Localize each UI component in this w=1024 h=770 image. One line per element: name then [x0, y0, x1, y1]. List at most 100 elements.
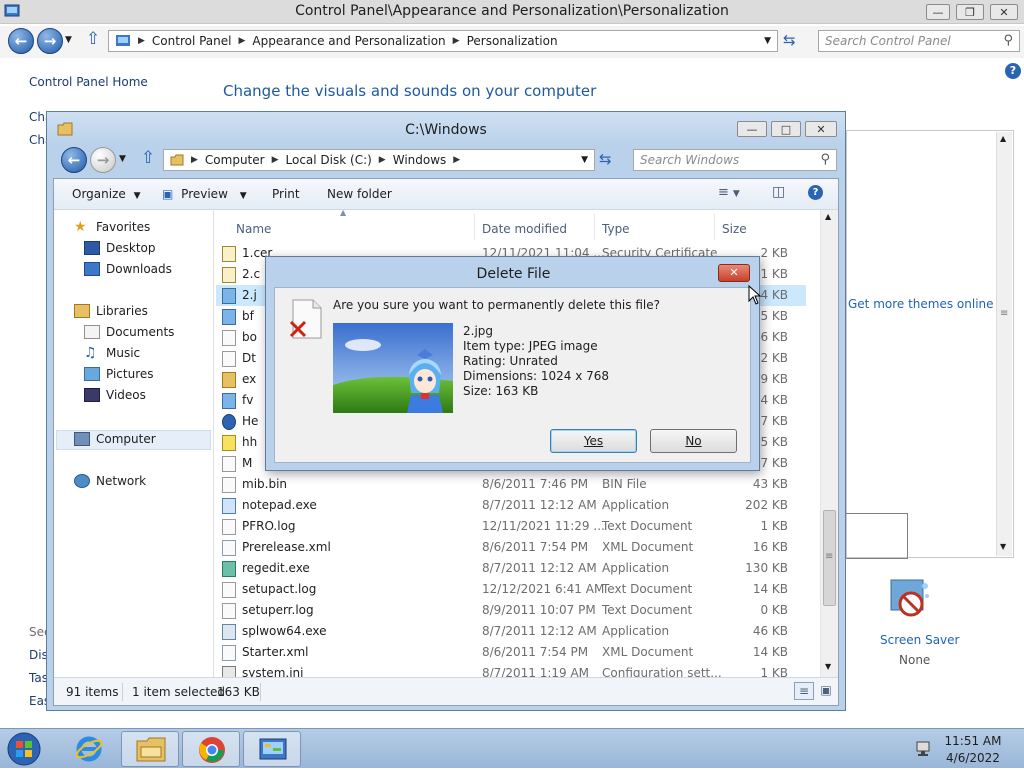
table-row[interactable]: setupact.log 12/12/2021 6:41 AM Text Docum… — [216, 579, 806, 600]
table-row[interactable]: notepad.exe 8/7/2011 12:12 AM Application 2… — [216, 495, 806, 516]
clock-date[interactable]: 4/6/2022 — [944, 751, 1002, 765]
view-options-icon[interactable]: ≡ ▼ — [718, 185, 740, 200]
explorer-help-icon[interactable]: ? — [808, 185, 823, 200]
taskbar-file-explorer[interactable] — [121, 731, 179, 767]
search-icon[interactable]: ⚲ — [1003, 33, 1013, 48]
explorer-up-arrow-icon[interactable]: ⇧ — [141, 148, 155, 168]
no-button[interactable]: No — [650, 429, 737, 453]
nav-computer[interactable]: Computer — [74, 432, 156, 446]
nav-pictures[interactable]: Pictures — [84, 367, 154, 381]
explorer-forward-button[interactable]: → — [90, 147, 116, 173]
cp-home-link[interactable]: Control Panel Home — [29, 75, 148, 89]
scroll-grip-icon[interactable]: ≡ — [1000, 308, 1008, 319]
taskbar-control-panel[interactable] — [243, 731, 301, 767]
crumb-computer[interactable]: Computer — [205, 153, 265, 167]
address-dropdown-icon[interactable]: ▼ — [764, 36, 771, 46]
file-name: 2.jpg — [463, 324, 494, 338]
help-icon[interactable]: ? — [1005, 63, 1021, 79]
yes-button[interactable]: Yes — [550, 429, 637, 453]
scroll-up-icon[interactable]: ▲ — [825, 212, 831, 221]
preview-button[interactable]: ▣ Preview ▼ — [162, 187, 247, 201]
column-header-date[interactable]: Date modified — [482, 222, 567, 236]
details-view-icon[interactable]: ≡ — [794, 682, 814, 700]
cp-crumb-appearance[interactable]: Appearance and Personalization — [252, 34, 445, 48]
large-icons-view-icon[interactable]: ▣ — [818, 682, 834, 700]
explorer-back-button[interactable]: ← — [61, 147, 87, 173]
up-arrow-icon[interactable]: ⇧ — [86, 29, 100, 49]
table-row[interactable]: Starter.xml 8/6/2011 7:54 PM XML Document 1… — [216, 642, 806, 663]
cp-crumb-control-panel[interactable]: Control Panel — [152, 34, 232, 48]
table-row[interactable]: setuperr.log 8/9/2011 10:07 PM Text Docume… — [216, 600, 806, 621]
column-divider[interactable] — [594, 214, 595, 240]
nav-documents[interactable]: Documents — [84, 325, 174, 339]
refresh-icon[interactable]: ⇆ — [783, 31, 796, 49]
explorer-maximize-button[interactable]: □ — [771, 121, 801, 137]
file-list-scrollbar[interactable]: ▲ ≡ ▼ — [820, 210, 838, 677]
nav-favorites[interactable]: ★ Favorites — [74, 220, 150, 234]
explorer-minimize-button[interactable]: — — [737, 121, 767, 137]
scroll-down-icon[interactable]: ▼ — [1000, 542, 1006, 551]
themes-scrollbar[interactable]: ▲ ≡ ▼ — [996, 132, 1012, 556]
scroll-thumb[interactable]: ≡ — [823, 510, 836, 606]
crumb-windows[interactable]: Windows — [393, 153, 447, 167]
dialog-title: Delete File — [476, 266, 551, 282]
nav-videos[interactable]: Videos — [84, 388, 146, 402]
get-more-themes-link[interactable]: Get more themes online — [848, 297, 994, 311]
explorer-refresh-icon[interactable]: ⇆ — [599, 150, 612, 168]
column-divider[interactable] — [714, 214, 715, 240]
crumb-local-disk[interactable]: Local Disk (C:) — [286, 153, 372, 167]
nav-libraries[interactable]: Libraries — [74, 304, 148, 318]
settings-file-icon — [222, 666, 236, 677]
table-row[interactable]: mib.bin 8/6/2011 7:46 PM BIN File 43 KB — [216, 474, 806, 495]
cp-minimize-button[interactable]: — — [926, 4, 950, 20]
scroll-down-icon[interactable]: ▼ — [825, 662, 831, 671]
explorer-address-dropdown-icon[interactable]: ▼ — [581, 155, 588, 165]
explorer-close-button[interactable]: ✕ — [805, 121, 837, 137]
organize-button[interactable]: Organize ▼ — [72, 187, 141, 201]
nav-desktop[interactable]: Desktop — [84, 241, 156, 255]
cp-left-link-display[interactable]: Dis — [29, 648, 48, 662]
file-size-cell: 14 KB — [752, 645, 788, 659]
cp-restore-button[interactable]: ❐ — [956, 4, 984, 20]
explorer-recent-chevron-icon[interactable]: ▼ — [119, 154, 126, 164]
taskbar-chrome[interactable] — [182, 731, 240, 767]
nav-music[interactable]: ♫ Music — [84, 346, 140, 360]
cp-search-input[interactable]: Search Control Panel ⚲ — [818, 30, 1020, 52]
forward-button[interactable]: → — [37, 28, 63, 54]
screen-saver-icon[interactable] — [887, 578, 931, 622]
nav-network[interactable]: Network — [74, 474, 146, 488]
nav-pictures-label: Pictures — [106, 367, 154, 381]
table-row[interactable]: splwow64.exe 8/7/2011 12:12 AM Application… — [216, 621, 806, 642]
print-button[interactable]: Print — [272, 187, 300, 201]
start-button[interactable] — [4, 731, 44, 767]
column-divider[interactable] — [474, 214, 475, 240]
new-folder-button[interactable]: New folder — [327, 187, 392, 201]
file-name-cell: setuperr.log — [242, 603, 314, 617]
dialog-close-button[interactable]: ✕ — [718, 264, 750, 282]
file-name-cell: Prerelease.xml — [242, 540, 331, 554]
nav-downloads[interactable]: Downloads — [84, 262, 172, 276]
table-row[interactable]: Prerelease.xml 8/6/2011 7:54 PM XML Docume… — [216, 537, 806, 558]
file-date-cell: 8/7/2011 1:19 AM — [482, 666, 590, 677]
cp-address-bar[interactable]: ▶ Control Panel ▶ Appearance and Persona… — [108, 30, 778, 52]
table-row[interactable]: PFRO.log 12/11/2021 11:29 ... Text Documen… — [216, 516, 806, 537]
cp-close-button[interactable]: ✕ — [990, 4, 1018, 20]
column-header-size[interactable]: Size — [722, 222, 747, 236]
taskbar-internet-explorer[interactable] — [60, 731, 118, 767]
screen-saver-label[interactable]: Screen Saver — [880, 633, 959, 647]
preview-pane-icon[interactable]: ◫ — [772, 184, 785, 200]
explorer-address-bar[interactable]: ▶ Computer ▶ Local Disk (C:) ▶ Windows ▶… — [163, 149, 595, 171]
search-icon[interactable]: ⚲ — [820, 152, 830, 167]
scroll-up-icon[interactable]: ▲ — [1000, 134, 1006, 143]
table-row[interactable]: regedit.exe 8/7/2011 12:12 AM Application 1… — [216, 558, 806, 579]
recent-pages-chevron-icon[interactable]: ▼ — [65, 35, 72, 45]
back-button[interactable]: ← — [8, 28, 34, 54]
clock-time[interactable]: 11:51 AM — [944, 734, 1002, 748]
explorer-search-input[interactable]: Search Windows ⚲ — [633, 149, 837, 171]
column-header-name[interactable]: Name — [236, 222, 271, 236]
column-header-type[interactable]: Type — [602, 222, 630, 236]
table-row[interactable]: system.ini 8/7/2011 1:19 AM Configuration … — [216, 663, 806, 677]
file-icon — [222, 477, 236, 493]
network-tray-icon[interactable] — [915, 741, 933, 757]
cp-crumb-personalization[interactable]: Personalization — [467, 34, 558, 48]
